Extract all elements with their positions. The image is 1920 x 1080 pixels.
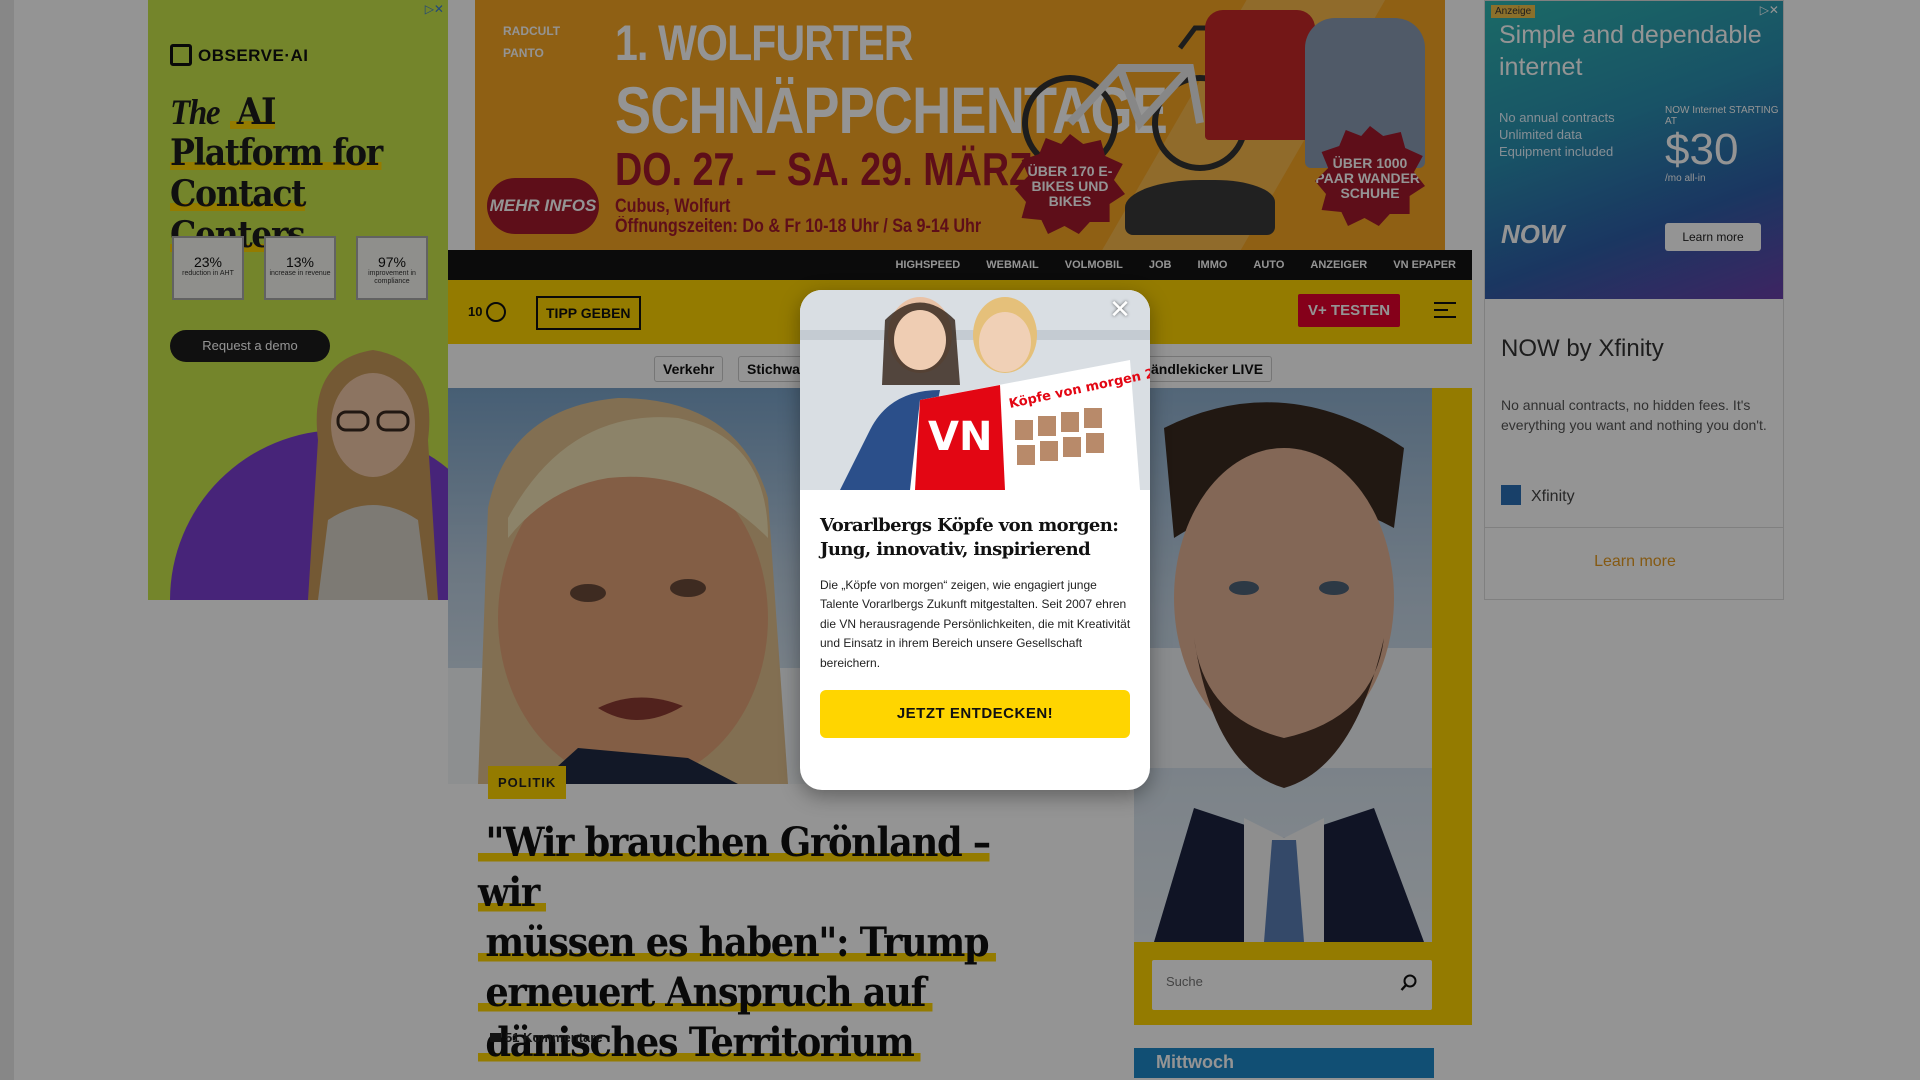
jetzt-entdecken-button[interactable]: JETZT ENTDECKEN!: [820, 690, 1130, 738]
modal-title: Vorarlbergs Köpfe von morgen: Jung, inno…: [820, 515, 1119, 560]
modal-body: Die „Köpfe von morgen“ zeigen, wie engag…: [820, 578, 1131, 670]
promo-modal: VN Köpfe von morgen 2025 ✕ Vorarlbergs K…: [800, 290, 1150, 790]
close-icon[interactable]: ✕: [1108, 296, 1132, 322]
koepfe-von-morgen-image: VN Köpfe von morgen 2025: [800, 290, 1150, 490]
modal-image: VN Köpfe von morgen 2025: [800, 290, 1150, 490]
vn-logo: VN: [928, 414, 992, 460]
